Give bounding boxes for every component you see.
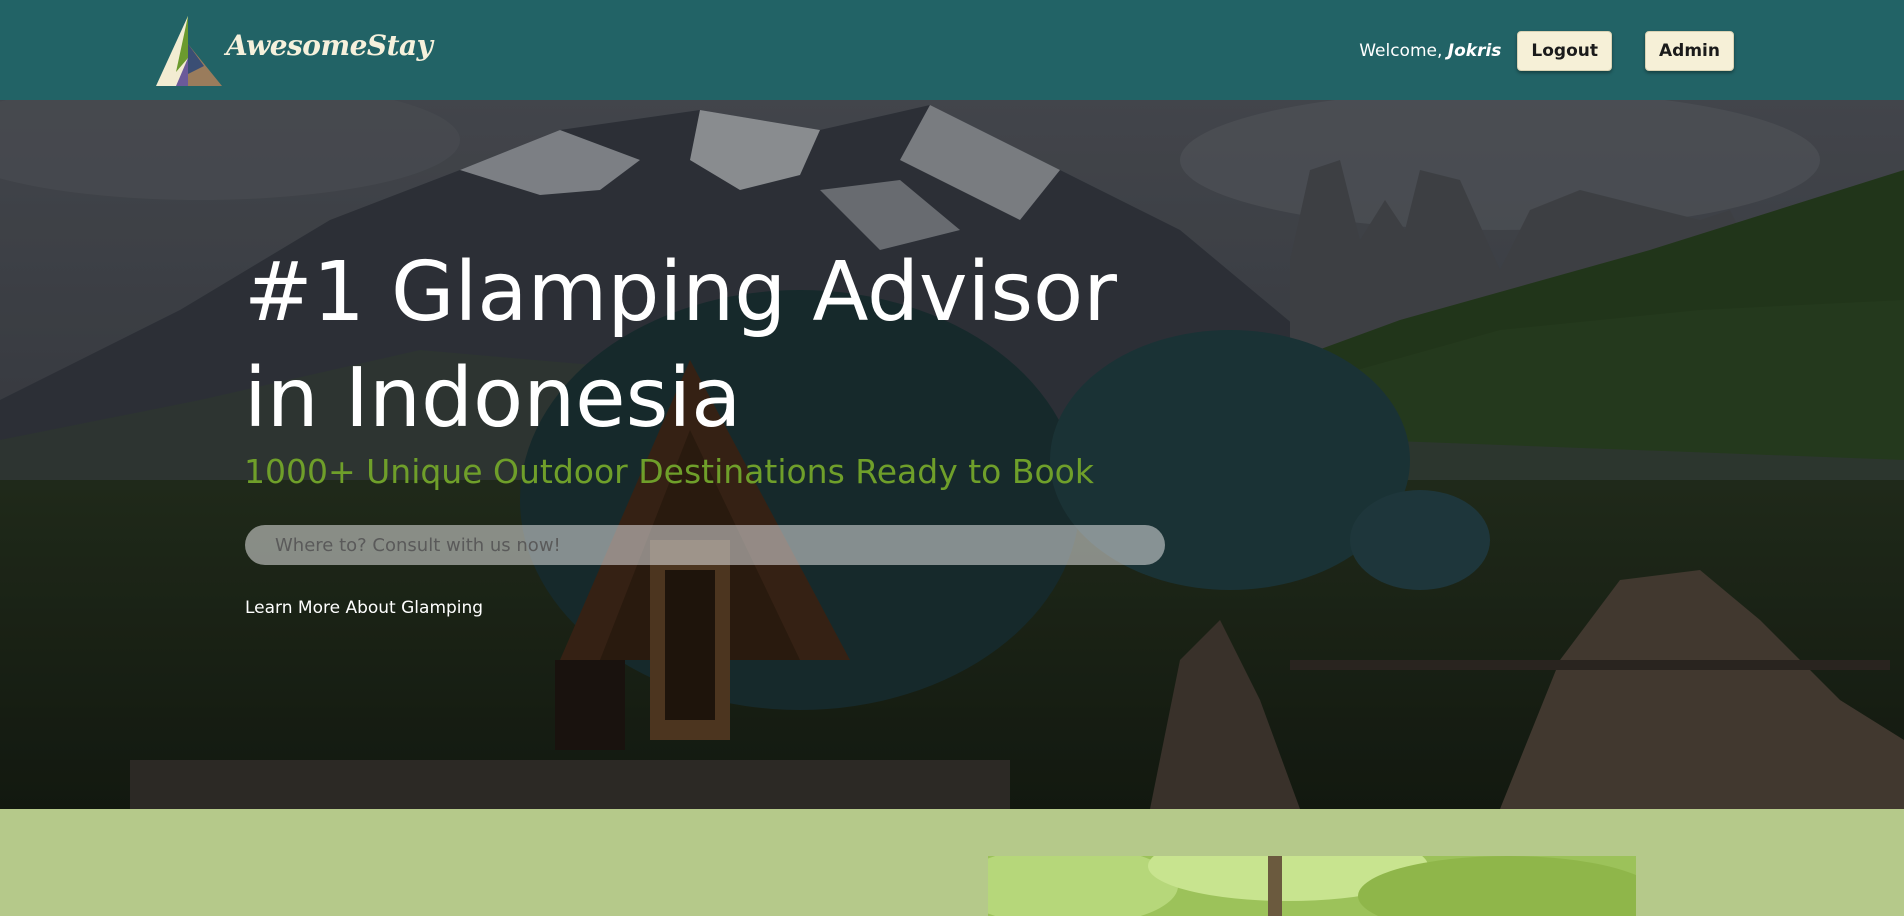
feature-image-graphic [988,856,1636,916]
search-input[interactable] [245,525,1165,565]
site-header: AwesomeStay Welcome, Jokris Logout Admin [0,0,1904,100]
brand-logo[interactable]: AwesomeStay [152,14,433,86]
mountain-logo-icon [156,16,222,86]
username: Jokris [1447,41,1502,61]
learn-more-link[interactable]: Learn More About Glamping [245,598,483,618]
logout-button[interactable]: Logout [1517,31,1613,71]
hero-title-line1: #1 Glamping Advisor [244,245,1117,340]
lower-section [0,809,1904,916]
hero-section: #1 Glamping Advisor in Indonesia 1000+ U… [0,100,1904,809]
brand-name: AwesomeStay [226,28,433,62]
welcome-prefix: Welcome, [1359,41,1443,61]
admin-button[interactable]: Admin [1645,31,1734,71]
hero-title-line2: in Indonesia [244,351,742,446]
hero-subtitle: 1000+ Unique Outdoor Destinations Ready … [244,452,1094,491]
feature-image [988,856,1636,916]
hero-title: #1 Glamping Advisor in Indonesia [244,240,1117,452]
welcome-text: Welcome, Jokris [1359,41,1501,61]
user-nav: Welcome, Jokris Logout Admin [1359,30,1734,72]
